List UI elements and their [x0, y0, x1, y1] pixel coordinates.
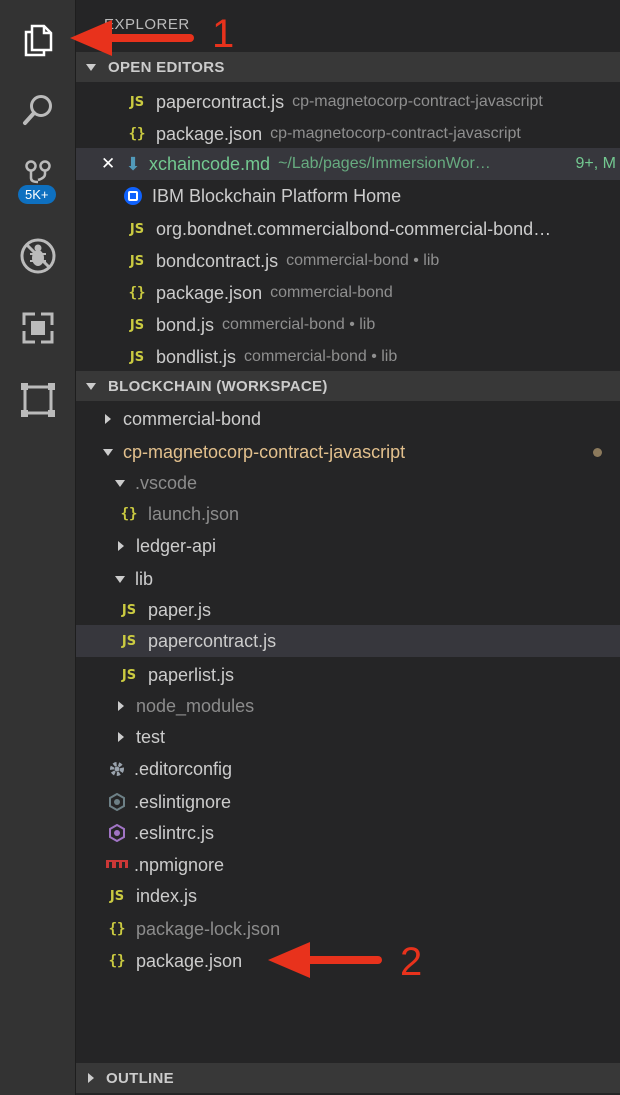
arrow-1-icon: [70, 20, 194, 56]
annotation-label-1: 1: [212, 12, 235, 56]
arrow-2-icon: [268, 942, 382, 978]
annotation-label-2: 2: [400, 940, 423, 984]
annotation-overlay: [70, 20, 382, 978]
